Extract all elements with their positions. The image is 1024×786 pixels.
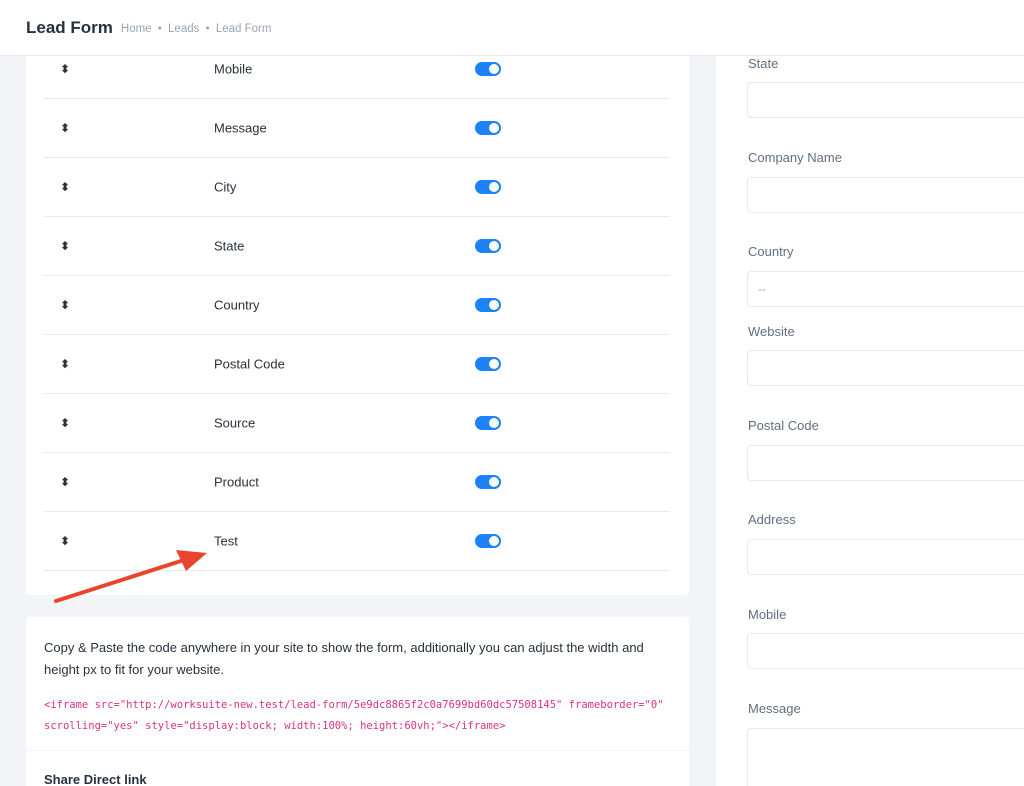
- field-status-toggle[interactable]: [475, 121, 501, 135]
- lead-form-fields-card: ⬍ Mobile ⬍ Message ⬍ City ⬍ State ⬍ Coun…: [26, 40, 689, 595]
- field-label: Test: [214, 533, 238, 549]
- preview-label-mobile: Mobile: [748, 607, 787, 622]
- field-row: ⬍ City: [44, 158, 670, 217]
- drag-handle-icon[interactable]: ⬍: [60, 62, 70, 76]
- field-row: ⬍ State: [44, 217, 670, 276]
- preview-input-postal-code[interactable]: [747, 445, 1024, 481]
- field-row: ⬍ Message: [44, 99, 670, 158]
- share-link-card: Share Direct link: [26, 751, 689, 786]
- field-label: State: [214, 238, 245, 254]
- share-link-title: Share Direct link: [44, 772, 147, 786]
- breadcrumb-home[interactable]: Home: [121, 23, 152, 35]
- field-label: Product: [214, 474, 259, 490]
- field-status-toggle[interactable]: [475, 416, 501, 430]
- drag-handle-icon[interactable]: ⬍: [60, 357, 70, 371]
- breadcrumb-separator: •: [205, 23, 210, 35]
- field-label: Country: [214, 297, 260, 313]
- field-row: ⬍ Product: [44, 453, 670, 512]
- drag-handle-icon[interactable]: ⬍: [60, 475, 70, 489]
- field-label: Message: [214, 120, 267, 136]
- drag-handle-icon[interactable]: ⬍: [60, 534, 70, 548]
- preview-label-address: Address: [748, 512, 796, 527]
- drag-handle-icon[interactable]: ⬍: [60, 298, 70, 312]
- preview-input-company-name[interactable]: [747, 177, 1024, 213]
- breadcrumb-current: Lead Form: [215, 23, 272, 35]
- preview-label-message: Message: [748, 701, 801, 716]
- embed-code-snippet[interactable]: <iframe src="http://worksuite-new.test/l…: [44, 695, 674, 737]
- preview-label-state: State: [748, 56, 779, 71]
- field-label: Source: [214, 415, 256, 431]
- drag-handle-icon[interactable]: ⬍: [60, 416, 70, 430]
- preview-label-company-name: Company Name: [748, 150, 842, 165]
- form-preview-panel: State Company Name Country -- Website Po…: [716, 40, 1024, 786]
- field-label: City: [214, 179, 237, 195]
- field-status-toggle[interactable]: [475, 357, 501, 371]
- drag-handle-icon[interactable]: ⬍: [60, 121, 70, 135]
- field-row: ⬍ Test: [44, 512, 670, 571]
- field-label: Postal Code: [214, 356, 285, 372]
- embed-code-card: Copy & Paste the code anywhere in your s…: [26, 617, 689, 750]
- drag-handle-icon[interactable]: ⬍: [60, 239, 70, 253]
- field-status-toggle[interactable]: [475, 62, 501, 76]
- preview-textarea-message[interactable]: [747, 728, 1024, 786]
- field-row: ⬍ Source: [44, 394, 670, 453]
- embed-description: Copy & Paste the code anywhere in your s…: [44, 640, 644, 677]
- preview-input-state[interactable]: [747, 82, 1024, 118]
- field-status-toggle[interactable]: [475, 239, 501, 253]
- field-status-toggle[interactable]: [475, 475, 501, 489]
- preview-label-country: Country: [748, 244, 794, 259]
- breadcrumb: Home • Leads • Lead Form: [121, 23, 272, 35]
- field-label: Mobile: [214, 61, 253, 77]
- field-row: ⬍ Postal Code: [44, 335, 670, 394]
- breadcrumb-separator: •: [157, 23, 162, 35]
- preview-label-postal-code: Postal Code: [748, 418, 819, 433]
- field-status-toggle[interactable]: [475, 534, 501, 548]
- breadcrumb-leads[interactable]: Leads: [168, 23, 199, 35]
- preview-input-address[interactable]: [747, 539, 1024, 575]
- field-status-toggle[interactable]: [475, 180, 501, 194]
- preview-input-mobile[interactable]: [747, 633, 1024, 669]
- page-header: Lead Form Home • Leads • Lead Form: [0, 0, 1024, 56]
- field-status-toggle[interactable]: [475, 298, 501, 312]
- page-title: Lead Form: [26, 17, 113, 37]
- preview-select-country[interactable]: --: [747, 271, 1024, 307]
- field-row: ⬍ Country: [44, 276, 670, 335]
- preview-label-website: Website: [748, 324, 795, 339]
- drag-handle-icon[interactable]: ⬍: [60, 180, 70, 194]
- preview-input-website[interactable]: [747, 350, 1024, 386]
